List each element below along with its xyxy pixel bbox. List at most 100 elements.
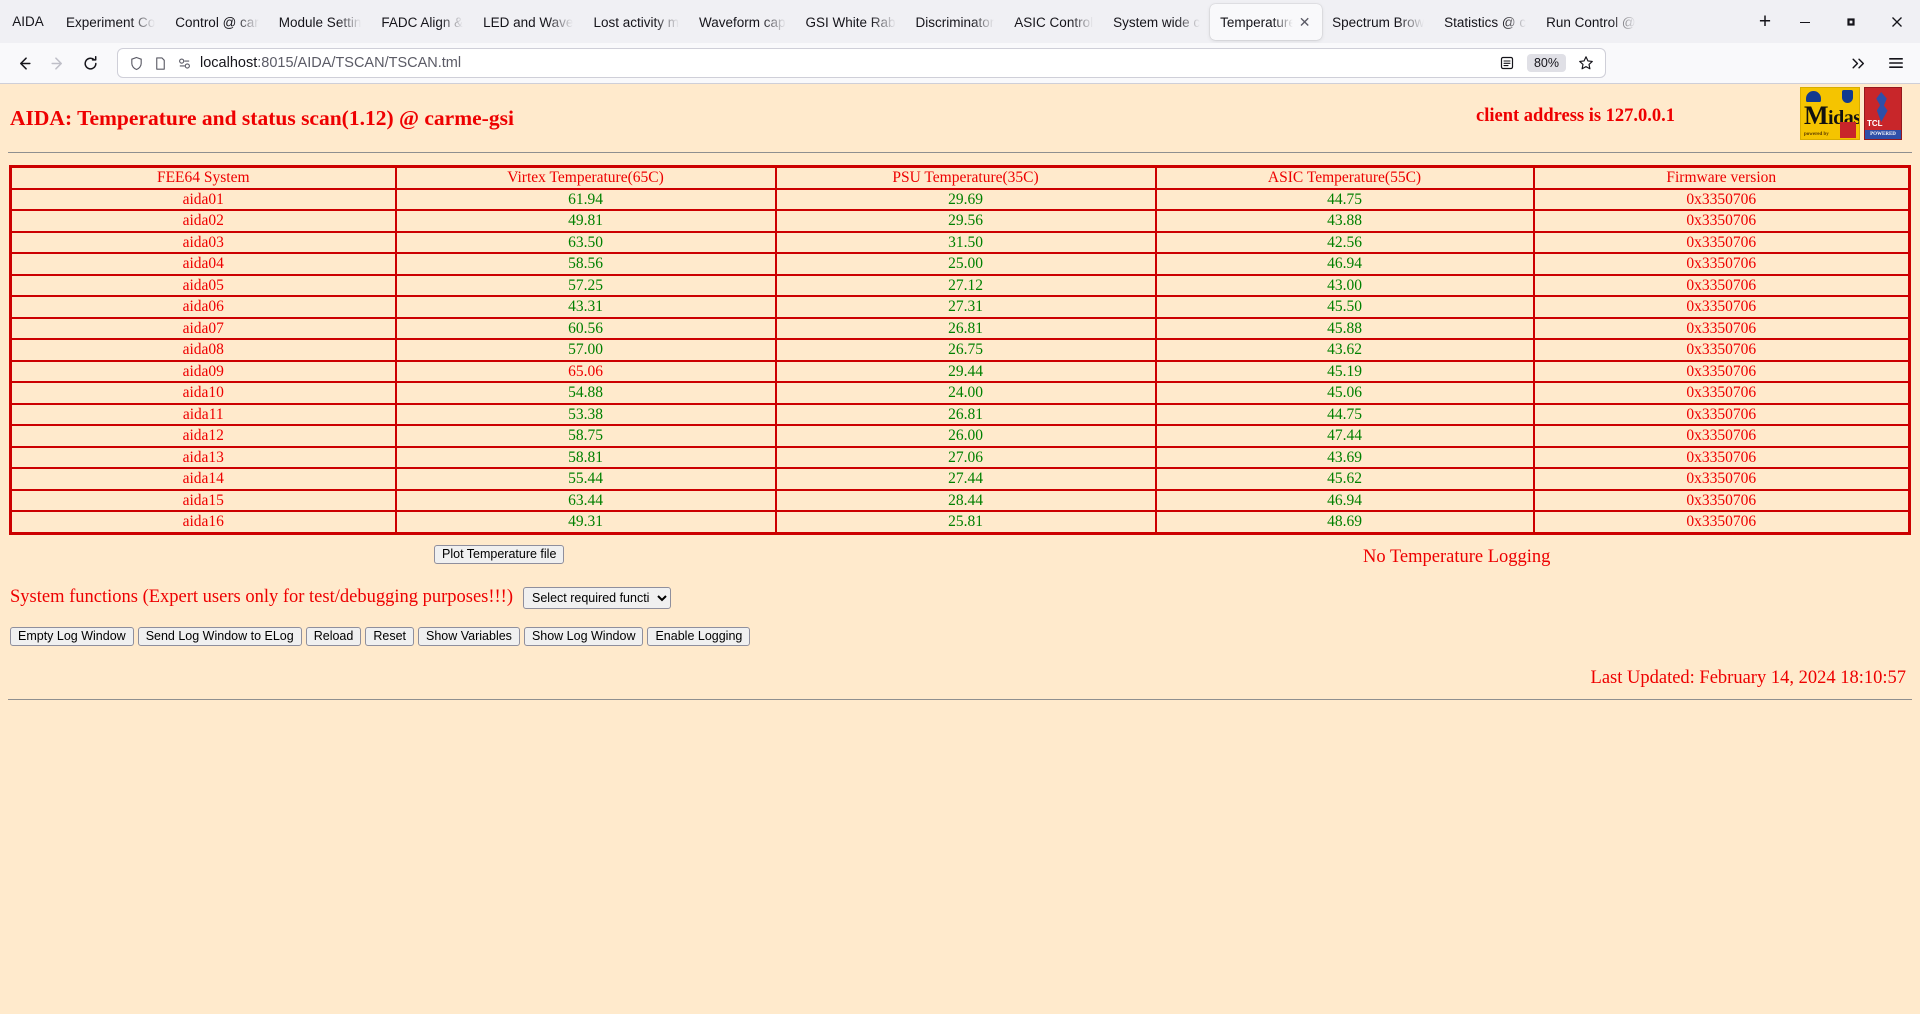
cell-psu-temperature: 27.06 xyxy=(774,445,1157,469)
cell-virtex-temperature: 61.94 xyxy=(394,187,777,211)
cell-psu-temperature: 26.81 xyxy=(774,316,1157,340)
table-column-header: FEE64 System xyxy=(9,165,397,190)
cell-psu-temperature: 29.44 xyxy=(774,359,1157,383)
cell-asic-temperature: 48.69 xyxy=(1154,510,1535,534)
browser-tab-10[interactable]: System wide c xyxy=(1103,4,1210,40)
cell-firmware-version: 0x3350706 xyxy=(1532,187,1911,211)
system-function-select[interactable]: Select required function xyxy=(523,586,672,609)
cell-system: aida14 xyxy=(9,467,397,491)
cell-virtex-temperature: 49.81 xyxy=(394,209,777,233)
last-updated-text: Last Updated: February 14, 2024 18:10:57 xyxy=(1590,668,1906,689)
window-controls xyxy=(1782,0,1920,43)
shield-icon[interactable] xyxy=(128,55,145,72)
hamburger-menu-icon[interactable] xyxy=(1879,47,1912,79)
browser-tab-1[interactable]: Control @ car xyxy=(165,4,268,40)
page-icon[interactable] xyxy=(152,55,169,72)
cell-psu-temperature: 29.69 xyxy=(774,187,1157,211)
table-header-row: FEE64 System Virtex Temperature(65C) PSU T… xyxy=(9,165,1911,190)
cell-asic-temperature: 47.44 xyxy=(1154,424,1535,448)
cell-system: aida11 xyxy=(9,402,397,426)
cell-virtex-temperature: 55.44 xyxy=(394,467,777,491)
cell-virtex-temperature: 57.00 xyxy=(394,338,777,362)
browser-tab-label: Waveform cap xyxy=(698,14,786,30)
system-button-reload[interactable]: Reload xyxy=(305,626,362,647)
midas-logo-icon: Midas powered by xyxy=(1800,87,1860,140)
cell-asic-temperature: 45.06 xyxy=(1154,381,1535,405)
browser-tab-label: Spectrum Brow xyxy=(1332,14,1425,30)
overflow-chevrons-icon[interactable] xyxy=(1842,47,1875,79)
url-bar[interactable]: localhost:8015/AIDA/TSCAN/TSCAN.tml 80% xyxy=(117,48,1606,78)
browser-tab-14[interactable]: Run Control @ xyxy=(1536,4,1646,40)
browser-tab-11[interactable]: Temperature ✕ xyxy=(1210,4,1323,40)
page-title: AIDA: Temperature and status scan(1.12) … xyxy=(10,106,514,130)
forward-button[interactable] xyxy=(41,47,74,79)
cell-asic-temperature: 42.56 xyxy=(1154,230,1535,254)
tab-close-icon[interactable]: ✕ xyxy=(1297,15,1312,29)
browser-tab-13[interactable]: Statistics @ c xyxy=(1434,4,1536,40)
cell-asic-temperature: 45.88 xyxy=(1154,316,1535,340)
browser-tab-12[interactable]: Spectrum Brow xyxy=(1322,4,1434,40)
browser-tab-0[interactable]: Experiment Co xyxy=(56,4,165,40)
toolbar-right-actions xyxy=(1842,47,1912,79)
reader-mode-icon[interactable] xyxy=(1494,50,1520,76)
reload-button[interactable] xyxy=(74,47,107,79)
permissions-icon[interactable] xyxy=(176,55,193,72)
url-text[interactable]: localhost:8015/AIDA/TSCAN/TSCAN.tml xyxy=(200,55,1487,71)
cell-asic-temperature: 44.75 xyxy=(1154,402,1535,426)
plot-temperature-file-button[interactable]: Plot Temperature file xyxy=(434,544,565,565)
browser-tab-5[interactable]: Lost activity m xyxy=(583,4,689,40)
browser-tab-label: Experiment Co xyxy=(66,14,156,30)
browser-tab-9[interactable]: ASIC Control xyxy=(1004,4,1103,40)
bookmark-star-icon[interactable] xyxy=(1573,50,1599,76)
cell-firmware-version: 0x3350706 xyxy=(1532,488,1911,512)
cell-firmware-version: 0x3350706 xyxy=(1532,252,1911,276)
back-button[interactable] xyxy=(8,47,41,79)
close-icon[interactable] xyxy=(1874,0,1920,43)
cell-virtex-temperature: 58.81 xyxy=(394,445,777,469)
system-button-empty-log-window[interactable]: Empty Log Window xyxy=(10,626,134,647)
cell-psu-temperature: 31.50 xyxy=(774,230,1157,254)
cell-virtex-temperature: 43.31 xyxy=(394,295,777,319)
cell-asic-temperature: 43.69 xyxy=(1154,445,1535,469)
cell-psu-temperature: 26.75 xyxy=(774,338,1157,362)
browser-tab-4[interactable]: LED and Wave xyxy=(473,4,583,40)
system-buttons-row: Empty Log Window Send Log Window to ELog R… xyxy=(8,626,1912,647)
cell-psu-temperature: 25.00 xyxy=(774,252,1157,276)
cell-virtex-temperature: 58.56 xyxy=(394,252,777,276)
zoom-level-badge[interactable]: 80% xyxy=(1526,54,1566,72)
browser-tab-label: Statistics @ c xyxy=(1444,14,1527,30)
table-column-header: Virtex Temperature(65C) xyxy=(394,165,777,190)
system-button-enable-logging[interactable]: Enable Logging xyxy=(647,626,751,647)
cell-asic-temperature: 46.94 xyxy=(1154,488,1535,512)
table-row: aida16 49.31 25.81 48.69 0x3350706 xyxy=(9,510,1911,534)
browser-tab-label: Run Control @ xyxy=(1546,14,1636,30)
cell-firmware-version: 0x3350706 xyxy=(1532,424,1911,448)
browser-tab-8[interactable]: Discriminator xyxy=(906,4,1005,40)
cell-virtex-temperature: 63.50 xyxy=(394,230,777,254)
system-button-show-log-window[interactable]: Show Log Window xyxy=(523,626,644,647)
browser-tab-label: Discriminator xyxy=(915,14,995,30)
maximize-icon[interactable] xyxy=(1828,0,1874,43)
cell-system: aida13 xyxy=(9,445,397,469)
cell-firmware-version: 0x3350706 xyxy=(1532,295,1911,319)
browser-tab-label: ASIC Control xyxy=(1014,14,1094,30)
browser-tab-6[interactable]: Waveform cap xyxy=(689,4,796,40)
new-tab-button[interactable]: + xyxy=(1748,5,1782,39)
cell-asic-temperature: 43.62 xyxy=(1154,338,1535,362)
browser-tab-2[interactable]: Module Settin xyxy=(269,4,372,40)
cell-asic-temperature: 44.75 xyxy=(1154,187,1535,211)
system-button-reset[interactable]: Reset xyxy=(365,626,414,647)
tcl-logo-bar: POWERED xyxy=(1865,130,1901,139)
client-address-text: client address is 127.0.0.1 xyxy=(1476,106,1676,126)
browser-tab-7[interactable]: GSI White Rab xyxy=(796,4,906,40)
cell-psu-temperature: 28.44 xyxy=(774,488,1157,512)
cell-system: aida04 xyxy=(9,252,397,276)
system-button-send-log-window-to-elog[interactable]: Send Log Window to ELog xyxy=(137,626,302,647)
browser-tab-3[interactable]: FADC Align & xyxy=(371,4,473,40)
cell-system: aida07 xyxy=(9,316,397,340)
cell-system: aida12 xyxy=(9,424,397,448)
system-button-show-variables[interactable]: Show Variables xyxy=(418,626,520,647)
page-content: AIDA: Temperature and status scan(1.12) … xyxy=(0,84,1920,1014)
system-functions-label: System functions (Expert users only for … xyxy=(10,587,514,607)
minimize-icon[interactable] xyxy=(1782,0,1828,43)
